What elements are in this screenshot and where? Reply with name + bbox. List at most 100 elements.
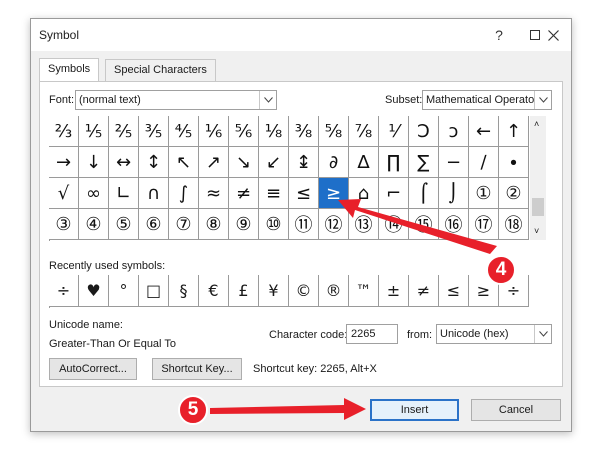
symbol-cell[interactable]: ≈ <box>199 178 229 209</box>
symbol-cell[interactable]: ⑭ <box>379 209 409 240</box>
symbol-cell[interactable]: ∆ <box>349 147 379 178</box>
symbol-cell[interactable]: ⅕ <box>79 116 109 147</box>
symbol-cell[interactable]: ↙ <box>259 147 289 178</box>
symbol-cell[interactable]: ↄ <box>439 116 469 147</box>
symbol-cell[interactable]: ≤ <box>289 178 319 209</box>
symbol-cell[interactable]: ∟ <box>109 178 139 209</box>
symbol-cell[interactable]: ∩ <box>139 178 169 209</box>
symbol-cell[interactable]: ∏ <box>379 147 409 178</box>
symbol-cell[interactable]: ⅖ <box>109 116 139 147</box>
symbol-cell[interactable]: ③ <box>49 209 79 240</box>
tab-special-characters[interactable]: Special Characters <box>105 59 216 81</box>
symbol-cell[interactable]: ↗ <box>199 147 229 178</box>
symbols-panel: Font: (normal text) Subset: Mathematical… <box>39 81 563 387</box>
symbol-cell[interactable]: ⑰ <box>469 209 499 240</box>
font-dropdown[interactable]: (normal text) <box>75 90 277 110</box>
symbol-cell[interactable]: ⑫ <box>319 209 349 240</box>
symbol-cell[interactable]: ⑥ <box>139 209 169 240</box>
symbol-cell[interactable]: ⌐ <box>379 178 409 209</box>
symbol-cell[interactable]: ⑨ <box>229 209 259 240</box>
symbol-cell[interactable]: ① <box>469 178 499 209</box>
scroll-thumb[interactable] <box>532 198 544 216</box>
symbol-cell[interactable]: ↓ <box>79 147 109 178</box>
symbol-cell[interactable]: ⑧ <box>199 209 229 240</box>
symbol-cell[interactable]: ⌡ <box>439 178 469 209</box>
close-icon[interactable] <box>535 23 571 47</box>
symbol-cell[interactable]: ⑦ <box>169 209 199 240</box>
symbol-cell[interactable]: ↕ <box>139 147 169 178</box>
symbol-grid: ⅔ ⅕ ⅖ ⅗ ⅘ ⅙ ⅚ ⅛ ⅜ ⅝ ⅞ ⅟ Ↄↄ ← ↑ → ↓ ↔ ↕ ↖ ↗ ↘ ↙ ↨ ∂ ∆ ∏ ∑ − ∕ ∙ √ ∞ ∟ ∩ ∫ ≈ ≠ ≡… <box>49 116 529 241</box>
symbol-cell[interactable]: ⑩ <box>259 209 289 240</box>
symbol-cell[interactable]: ⅛ <box>259 116 289 147</box>
symbol-cell[interactable]: ⑬ <box>349 209 379 240</box>
symbol-cell[interactable]: ≡ <box>259 178 289 209</box>
recent-symbol-cell[interactable]: ≤ <box>439 275 469 307</box>
title-bar[interactable]: Symbol ? <box>31 19 571 51</box>
symbol-cell[interactable]: ∂ <box>319 147 349 178</box>
recent-symbol-cell[interactable]: § <box>169 275 199 307</box>
symbol-cell[interactable]: ⑪ <box>289 209 319 240</box>
recent-symbol-cell[interactable]: £ <box>229 275 259 307</box>
recent-symbol-cell[interactable]: ™ <box>349 275 379 307</box>
symbol-cell[interactable]: ② <box>499 178 529 209</box>
recent-symbol-cell[interactable]: ÷ <box>49 275 79 307</box>
autocorrect-button[interactable]: AutoCorrect... <box>49 358 137 380</box>
symbol-cell[interactable]: ⅝ <box>319 116 349 147</box>
chevron-down-icon <box>534 91 551 109</box>
recent-symbol-cell[interactable]: ± <box>379 275 409 307</box>
scroll-up-icon[interactable]: ˄ <box>534 119 539 129</box>
recent-symbol-cell[interactable]: © <box>289 275 319 307</box>
symbol-cell[interactable]: ⅟ <box>379 116 409 147</box>
symbol-cell[interactable]: ④ <box>79 209 109 240</box>
symbol-cell[interactable]: ⑱ <box>499 209 529 240</box>
symbol-cell[interactable]: ↖ <box>169 147 199 178</box>
symbol-cell[interactable]: ⌠ <box>409 178 439 209</box>
symbol-cell[interactable]: → <box>49 147 79 178</box>
symbol-cell[interactable]: ∞ <box>79 178 109 209</box>
character-code-input[interactable]: 2265 <box>346 324 398 344</box>
symbol-cell[interactable]: ⅜ <box>289 116 319 147</box>
symbol-cell[interactable]: ⅗ <box>139 116 169 147</box>
cancel-button[interactable]: Cancel <box>471 399 561 421</box>
from-dropdown[interactable]: Unicode (hex) <box>436 324 552 344</box>
recent-symbol-cell[interactable]: € <box>199 275 229 307</box>
symbol-cell[interactable]: ↔ <box>109 147 139 178</box>
symbol-cell[interactable]: − <box>439 147 469 178</box>
recent-symbol-cell[interactable]: ° <box>109 275 139 307</box>
symbol-cell[interactable]: √ <box>49 178 79 209</box>
symbol-cell[interactable]: ↑ <box>499 116 529 147</box>
symbol-cell[interactable]: ⅙ <box>199 116 229 147</box>
symbol-cell[interactable]: ⑯ <box>439 209 469 240</box>
symbol-cell[interactable]: ⅚ <box>229 116 259 147</box>
symbol-cell[interactable]: ∫ <box>169 178 199 209</box>
grid-scrollbar[interactable]: ˄ ˅ <box>530 116 546 240</box>
symbol-cell[interactable]: ∕ <box>469 147 499 178</box>
recent-symbol-cell[interactable]: □ <box>139 275 169 307</box>
symbol-cell[interactable]: ⑤ <box>109 209 139 240</box>
tab-symbols[interactable]: Symbols <box>39 58 100 82</box>
symbol-cell[interactable]: ∑ <box>409 147 439 178</box>
symbol-cell[interactable]: ⌂ <box>349 178 379 209</box>
symbol-cell[interactable]: ⅔ <box>49 116 79 147</box>
symbol-cell[interactable]: ∙ <box>499 147 529 178</box>
help-icon[interactable]: ? <box>481 23 517 47</box>
from-label: from: <box>407 329 433 341</box>
symbol-cell[interactable]: ← <box>469 116 499 147</box>
shortcut-key-button[interactable]: Shortcut Key... <box>152 358 242 380</box>
recent-symbol-cell[interactable]: ® <box>319 275 349 307</box>
recent-symbol-cell[interactable]: ¥ <box>259 275 289 307</box>
subset-dropdown[interactable]: Mathematical Operators <box>422 90 552 110</box>
recent-symbol-cell[interactable]: ≠ <box>409 275 439 307</box>
symbol-cell[interactable]: ↘ <box>229 147 259 178</box>
symbol-dialog: Symbol ? Symbols Special Characters Font… <box>30 18 572 432</box>
symbol-cell[interactable]: ≥ <box>319 178 349 209</box>
symbol-cell[interactable]: ⅘ <box>169 116 199 147</box>
symbol-cell[interactable]: ⑮ <box>409 209 439 240</box>
recent-symbol-cell[interactable]: ♥ <box>79 275 109 307</box>
symbol-cell[interactable]: Ↄ <box>409 116 439 147</box>
symbol-cell[interactable]: ⅞ <box>349 116 379 147</box>
symbol-cell[interactable]: ≠ <box>229 178 259 209</box>
insert-button[interactable]: Insert <box>370 399 459 421</box>
scroll-down-icon[interactable]: ˅ <box>534 226 539 236</box>
symbol-cell[interactable]: ↨ <box>289 147 319 178</box>
